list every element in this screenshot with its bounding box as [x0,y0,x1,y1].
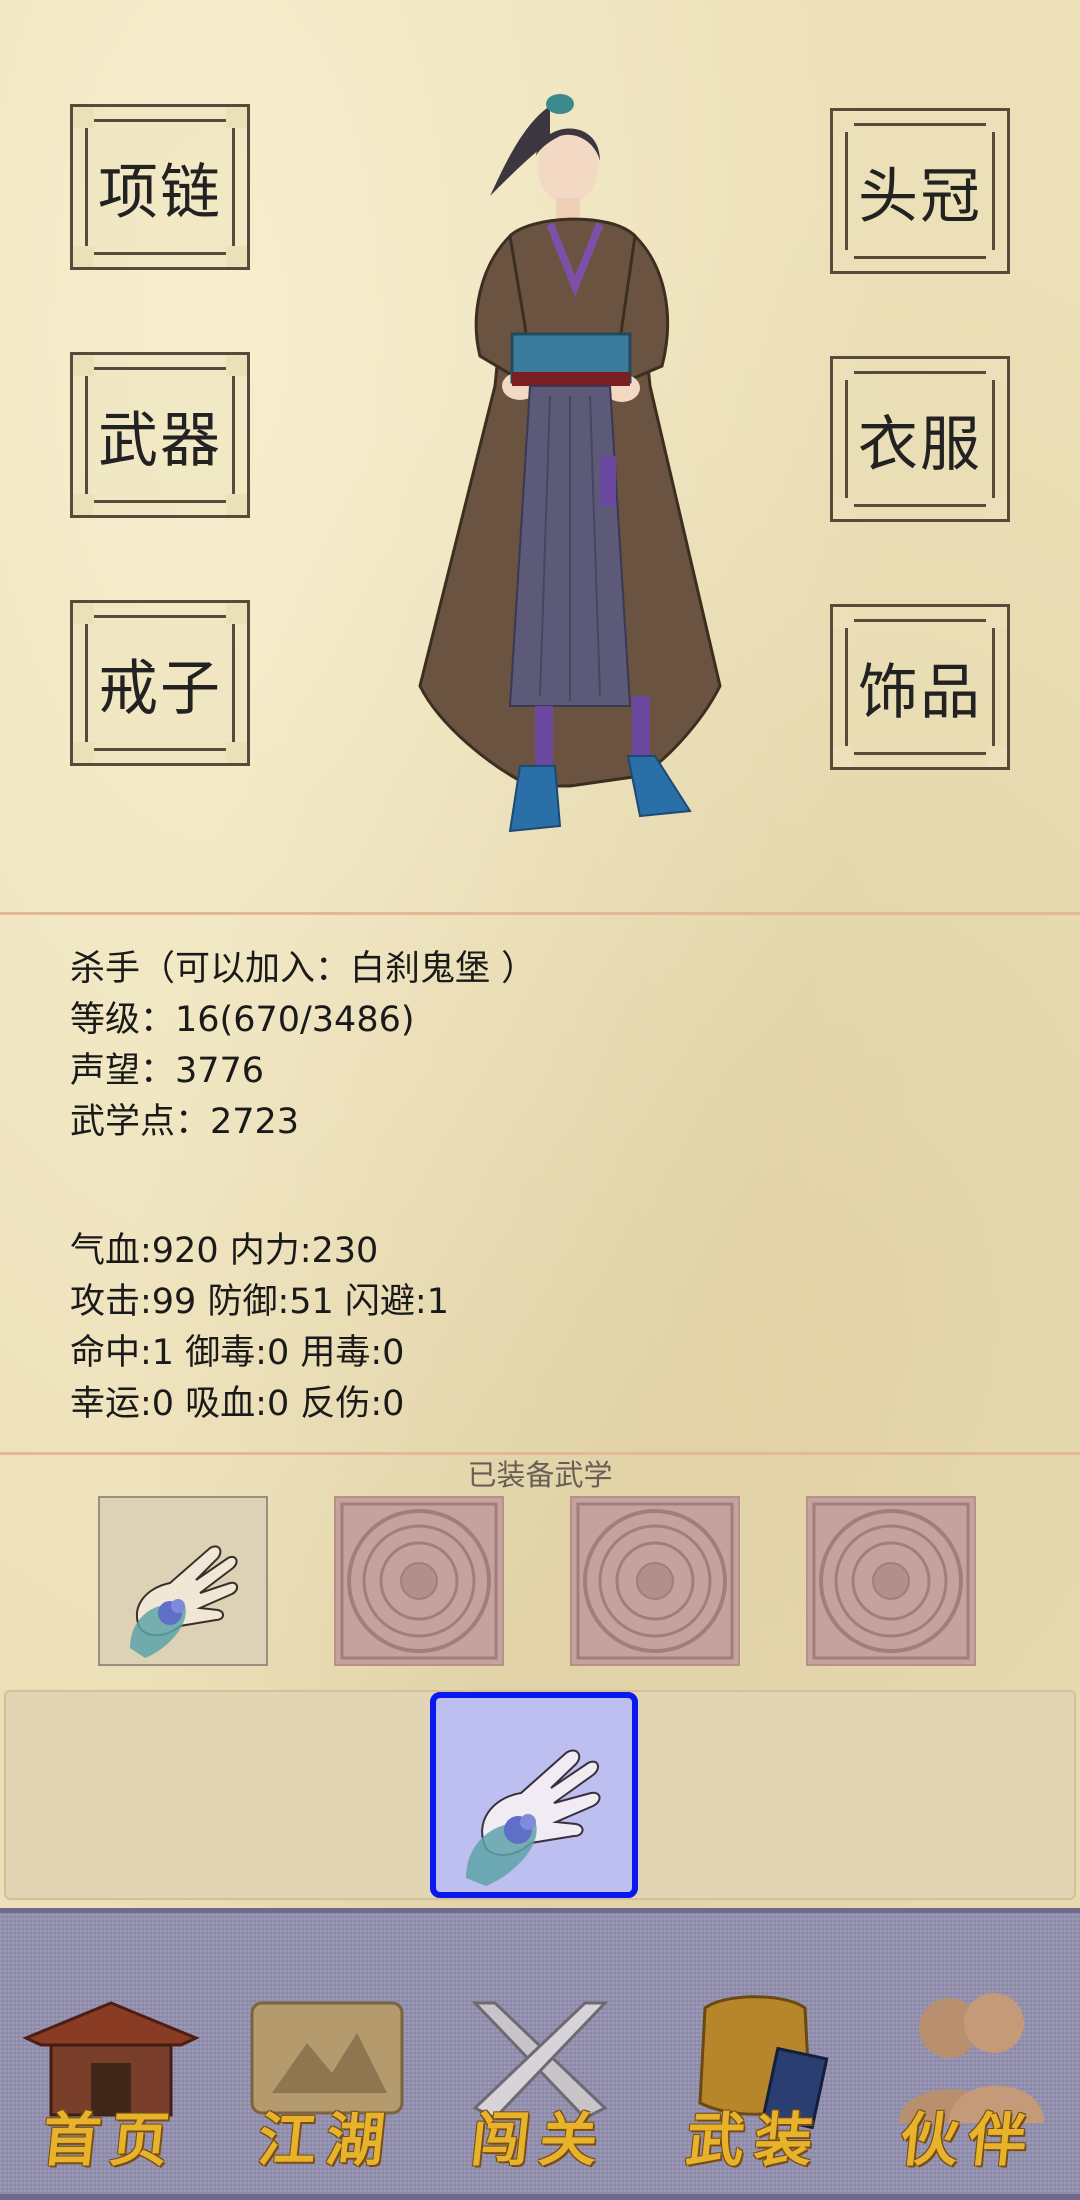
frame-corner [986,108,1010,132]
frame-corner [226,246,250,270]
frame-corner [830,356,854,380]
nav-jianghu-button[interactable]: 江湖 [232,1983,422,2183]
frame-corner [830,250,854,274]
ring-slot-label: 戒子 [98,653,222,724]
nav-gear-button[interactable]: 武装 [660,1983,850,2183]
aztec-calendar-seal-icon [572,1498,738,1664]
equipped-skill-slot-2[interactable] [334,1496,504,1666]
equipped-skill-slot-1[interactable] [98,1496,268,1666]
frame-corner [70,352,94,376]
equipped-skill-slot-4[interactable] [806,1496,976,1666]
frame-corner [830,746,854,770]
level-line: 等级：16(670/3486) [70,1000,415,1040]
clothes-slot[interactable]: 衣服 [830,356,1010,522]
frame-corner [830,604,854,628]
frame-corner [226,104,250,128]
character-portrait [418,94,722,833]
frame-corner [226,494,250,518]
role-line: 杀手（可以加入：白刹鬼堡 ） [70,949,537,989]
frame-corner [830,498,854,522]
frame-corner [226,600,250,624]
clothes-slot-label: 衣服 [858,409,982,480]
frame-corner [226,352,250,376]
prestige-line: 声望：3776 [70,1051,265,1091]
weapon-slot-label: 武器 [98,405,222,476]
necklace-slot-label: 项链 [98,157,222,228]
nav-partner-button[interactable]: 伙伴 [874,1983,1064,2183]
frame-corner [70,104,94,128]
stats-line-1: 气血:920 内力:230 [70,1231,379,1271]
frame-corner [986,498,1010,522]
weapon-slot[interactable]: 武器 [70,352,250,518]
nav-partner-label: 伙伴 [896,2106,1041,2174]
frame-corner [986,604,1010,628]
frame-corner [70,494,94,518]
nav-gear-label: 武装 [682,2106,827,2174]
equipped-skill-slot-3[interactable] [570,1496,740,1666]
nav-stage-button[interactable]: 闯关 [445,1983,635,2183]
open-palm-skill-icon [466,1749,601,1886]
nav-jianghu-label: 江湖 [254,2106,399,2174]
nav-home-label: 首页 [38,2106,183,2174]
frame-corner [986,356,1010,380]
stats-line-3: 命中:1 御毒:0 用毒:0 [70,1333,405,1373]
ring-slot[interactable]: 戒子 [70,600,250,766]
martial-points-line: 武学点：2723 [70,1102,300,1142]
accessory-slot[interactable]: 饰品 [830,604,1010,770]
nav-home-button[interactable]: 首页 [16,1983,206,2183]
bottom-nav: 首页 江湖 闯关 武装 伙伴 [0,1908,1080,2200]
stats-line-2: 攻击:99 防御:51 闪避:1 [70,1282,449,1322]
frame-corner [986,250,1010,274]
frame-corner [830,108,854,132]
aztec-calendar-seal-icon [336,1498,502,1664]
open-palm-skill-icon [100,1498,266,1664]
hat-slot-label: 头冠 [858,161,982,232]
hat-slot[interactable]: 头冠 [830,108,1010,274]
selected-skill-card[interactable] [430,1692,638,1898]
frame-corner [226,742,250,766]
frame-corner [70,246,94,270]
frame-corner [70,742,94,766]
stats-line-4: 幸运:0 吸血:0 反伤:0 [70,1384,405,1424]
divider-top [0,912,1080,915]
aztec-calendar-seal-icon [808,1498,974,1664]
nav-stage-label: 闯关 [467,2106,612,2174]
frame-corner [70,600,94,624]
accessory-slot-label: 饰品 [858,657,982,728]
necklace-slot[interactable]: 项链 [70,104,250,270]
equipped-skills-title: 已装备武学 [467,1458,613,1492]
frame-corner [986,746,1010,770]
